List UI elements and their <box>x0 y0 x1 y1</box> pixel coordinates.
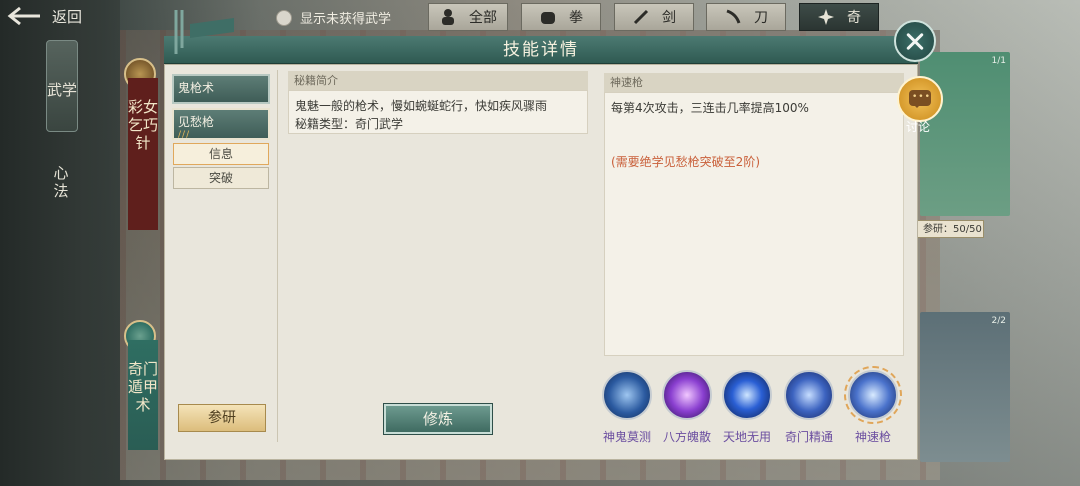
show-unobtained-toggle[interactable]: 显示未获得武学 <box>276 8 391 27</box>
tab-mental[interactable]: 心法 <box>48 164 74 200</box>
tab-martial[interactable]: 武学 <box>46 40 78 132</box>
breakthrough-button[interactable]: 突破 <box>173 167 269 189</box>
filter-sword-button[interactable]: 剑 <box>614 3 694 31</box>
purple-burst-icon[interactable] <box>662 370 712 420</box>
speed-spear-icon[interactable] <box>848 370 898 420</box>
blade-icon <box>724 8 742 26</box>
background-card-1[interactable]: 1/1 <box>920 52 1010 216</box>
sword-icon <box>632 8 650 26</box>
skill-tab-ghost-spear[interactable]: 鬼枪术 <box>172 74 270 104</box>
background-card-2[interactable]: 2/2 <box>920 312 1010 462</box>
modal-title: 技能详情 <box>164 36 918 64</box>
effect-title: 神速枪 <box>604 73 904 93</box>
discussion-label: 讨论 <box>906 120 931 134</box>
intro-title: 秘籍简介 <box>288 71 588 91</box>
ghost-skill-icon[interactable] <box>602 370 652 420</box>
filter-all-button[interactable]: 全部 <box>428 3 508 31</box>
back-button[interactable]: 返回 <box>6 4 98 28</box>
info-button[interactable]: 信息 <box>173 143 269 165</box>
banner-item-needle[interactable]: 彩女乞巧针 <box>128 78 158 230</box>
skill-icon-row: 神鬼莫测 八方魄散 天地无用 奇门精通 神速枪 <box>600 366 904 450</box>
skill-tab-jianchou-spear[interactable]: 见愁枪 /// <box>172 108 270 140</box>
chat-icon: ••• <box>909 90 931 108</box>
person-icon <box>439 8 457 26</box>
qimen-icon[interactable] <box>784 370 834 420</box>
tassel-decoration-icon <box>168 8 238 58</box>
close-button[interactable] <box>894 20 936 62</box>
checkbox[interactable] <box>276 9 292 26</box>
banner-item-qimen[interactable]: 奇门遁甲术 <box>128 340 158 450</box>
intro-description: 鬼魅一般的枪术，慢如蜿蜒蛇行，快如疾风骤雨 秘籍类型：奇门武学 <box>288 90 588 134</box>
filter-fist-button[interactable]: 拳 <box>521 3 601 31</box>
filter-special-button[interactable]: 奇 <box>799 3 879 31</box>
shuriken-icon <box>817 8 835 26</box>
discussion-button[interactable]: ••• <box>897 76 943 122</box>
effect-description: 每第4次攻击，三连击几率提高100% (需要绝学见愁枪突破至2阶) <box>604 92 904 356</box>
checkbox-label: 显示未获得武学 <box>300 12 392 27</box>
divider <box>277 70 278 442</box>
fist-icon <box>539 8 557 26</box>
rank-pips: /// <box>178 130 191 140</box>
study-progress-badge: 参研：50/50 <box>916 220 984 238</box>
requirement-text: (需要绝学见愁枪突破至2阶) <box>611 155 760 169</box>
blue-sphere-icon[interactable] <box>722 370 772 420</box>
study-button[interactable]: 参研 <box>178 404 266 432</box>
train-button[interactable]: 修炼 <box>384 404 492 434</box>
back-label: 返回 <box>52 7 83 26</box>
back-arrow-icon <box>6 6 42 26</box>
filter-blade-button[interactable]: 刀 <box>706 3 786 31</box>
